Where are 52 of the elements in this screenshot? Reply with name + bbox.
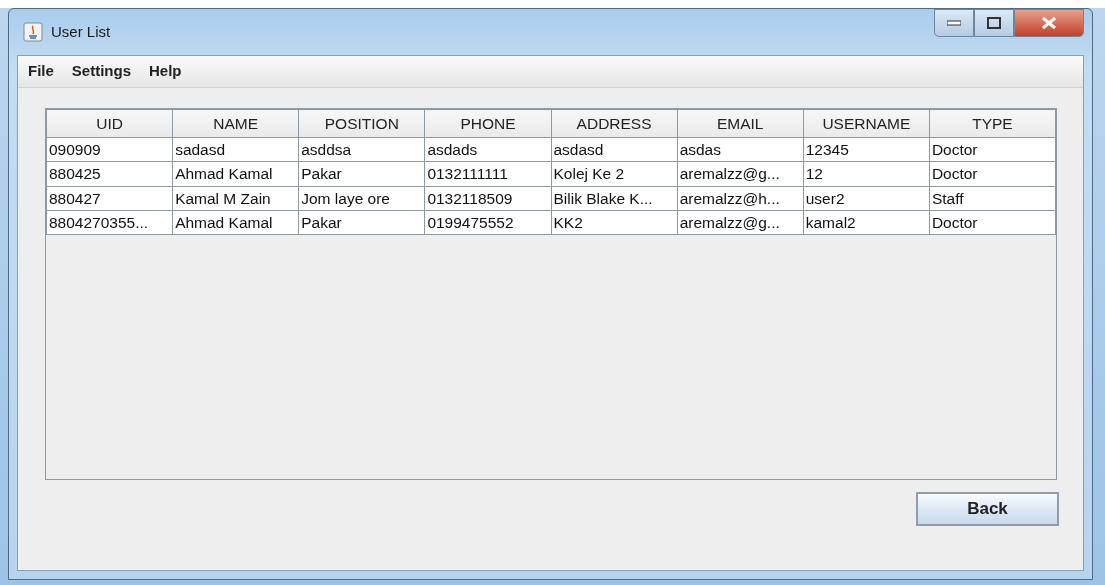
table-cell: Jom laye ore [298,186,425,211]
table-cell: Kolej Ke 2 [551,161,678,186]
column-header[interactable]: PHONE [424,109,551,138]
maximize-button[interactable] [974,9,1014,37]
table-cell: user2 [803,186,930,211]
table-cell: Ahmad Kamal [172,210,299,235]
table-cell: 12345 [803,137,930,162]
table-cell: asdads [424,137,551,162]
table-cell: Doctor [929,137,1056,162]
table-cell: aremalzz@g... [677,210,804,235]
table-cell: sadasd [172,137,299,162]
column-header[interactable]: ADDRESS [551,109,678,138]
table-cell: 0132111111 [424,161,551,186]
close-button[interactable] [1014,9,1084,37]
menu-item[interactable]: File [28,60,54,83]
back-button[interactable]: Back [916,492,1059,526]
close-icon [1041,16,1057,30]
menu-item[interactable]: Settings [71,60,132,83]
table-cell: Doctor [929,161,1056,186]
table-cell: Pakar [298,161,425,186]
table-cell: 0199475552 [424,210,551,235]
column-header[interactable]: EMAIL [677,109,804,138]
table-cell: asdasd [551,137,678,162]
table-cell: 12 [803,161,930,186]
table-cell: kamal2 [803,210,930,235]
column-header[interactable]: TYPE [929,109,1056,138]
table-cell: Kamal M Zain [172,186,299,211]
column-header[interactable]: POSITION [298,109,425,138]
table-cell: asdas [677,137,804,162]
table-cell: 8804270355... [46,210,173,235]
table-cell: 0132118509 [424,186,551,211]
table-cell: Staff [929,186,1056,211]
table-cell: 880427 [46,186,173,211]
table-cell: 880425 [46,161,173,186]
table-cell: KK2 [551,210,678,235]
column-header[interactable]: NAME [172,109,299,138]
table-cell: aremalzz@g... [677,161,804,186]
app-icon [23,22,43,42]
column-header[interactable]: UID [46,109,173,138]
window-title: User List [51,21,111,42]
minimize-icon [947,20,961,26]
table-cell: Ahmad Kamal [172,161,299,186]
table-cell: aremalzz@h... [677,186,804,211]
table-cell: 090909 [46,137,173,162]
table-cell: Doctor [929,210,1056,235]
maximize-icon [987,17,1001,29]
minimize-button[interactable] [934,9,974,37]
table-cell: Bilik Blake K... [551,186,678,211]
column-header[interactable]: USERNAME [803,109,930,138]
table-cell: Pakar [298,210,425,235]
menu-item[interactable]: Help [149,60,182,83]
table-cell: asddsa [298,137,425,162]
